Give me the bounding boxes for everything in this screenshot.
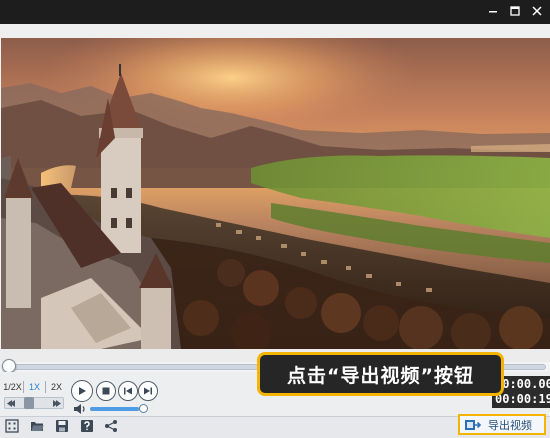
stop-button[interactable] [96,381,116,401]
rewind-arrow-icon[interactable] [7,399,17,408]
previous-frame-button[interactable] [118,381,138,401]
volume-knob[interactable] [139,404,148,413]
save-icon[interactable] [55,419,69,433]
export-icon [465,419,482,430]
speed-half-button[interactable]: 1/2X [2,380,23,394]
speed-slider[interactable] [4,397,64,409]
next-frame-button[interactable] [138,381,158,401]
stop-icon [102,387,110,395]
speed-slider-thumb[interactable] [24,397,34,409]
volume-icon[interactable] [73,403,87,415]
speed-options: 1/2X 1X 2X [2,380,67,394]
play-icon [79,387,86,395]
video-editor-window: 1/2X 1X 2X 00:00.000 00:00:19.680 点击“导出视… [0,0,550,438]
video-top-margin [0,24,550,38]
maximize-icon[interactable] [506,2,524,20]
next-icon [144,387,152,395]
volume-slider[interactable] [90,407,144,411]
total-time: 00:00:19.680 [495,392,550,406]
folder-open-icon[interactable] [30,419,44,433]
settings-icon[interactable] [5,419,19,433]
video-preview[interactable] [1,38,550,349]
progress-knob[interactable] [2,359,16,373]
title-bar [0,0,550,24]
instruction-callout: 点击“导出视频”按钮 [257,352,504,396]
forward-arrow-icon[interactable] [51,399,61,408]
export-video-label: 导出视频 [488,418,532,432]
previous-icon [124,387,132,395]
minimize-icon[interactable] [484,2,502,20]
play-button[interactable] [71,380,93,402]
close-icon[interactable] [528,2,546,20]
help-icon[interactable] [80,419,94,433]
callout-text: 点击“导出视频”按钮 [287,364,474,387]
export-video-button[interactable]: 导出视频 [458,414,546,435]
speed-1x-button[interactable]: 1X [24,380,45,394]
video-frame-image [1,38,550,349]
share-icon[interactable] [104,419,118,433]
volume-fill [90,407,139,411]
speed-2x-button[interactable]: 2X [46,380,67,394]
